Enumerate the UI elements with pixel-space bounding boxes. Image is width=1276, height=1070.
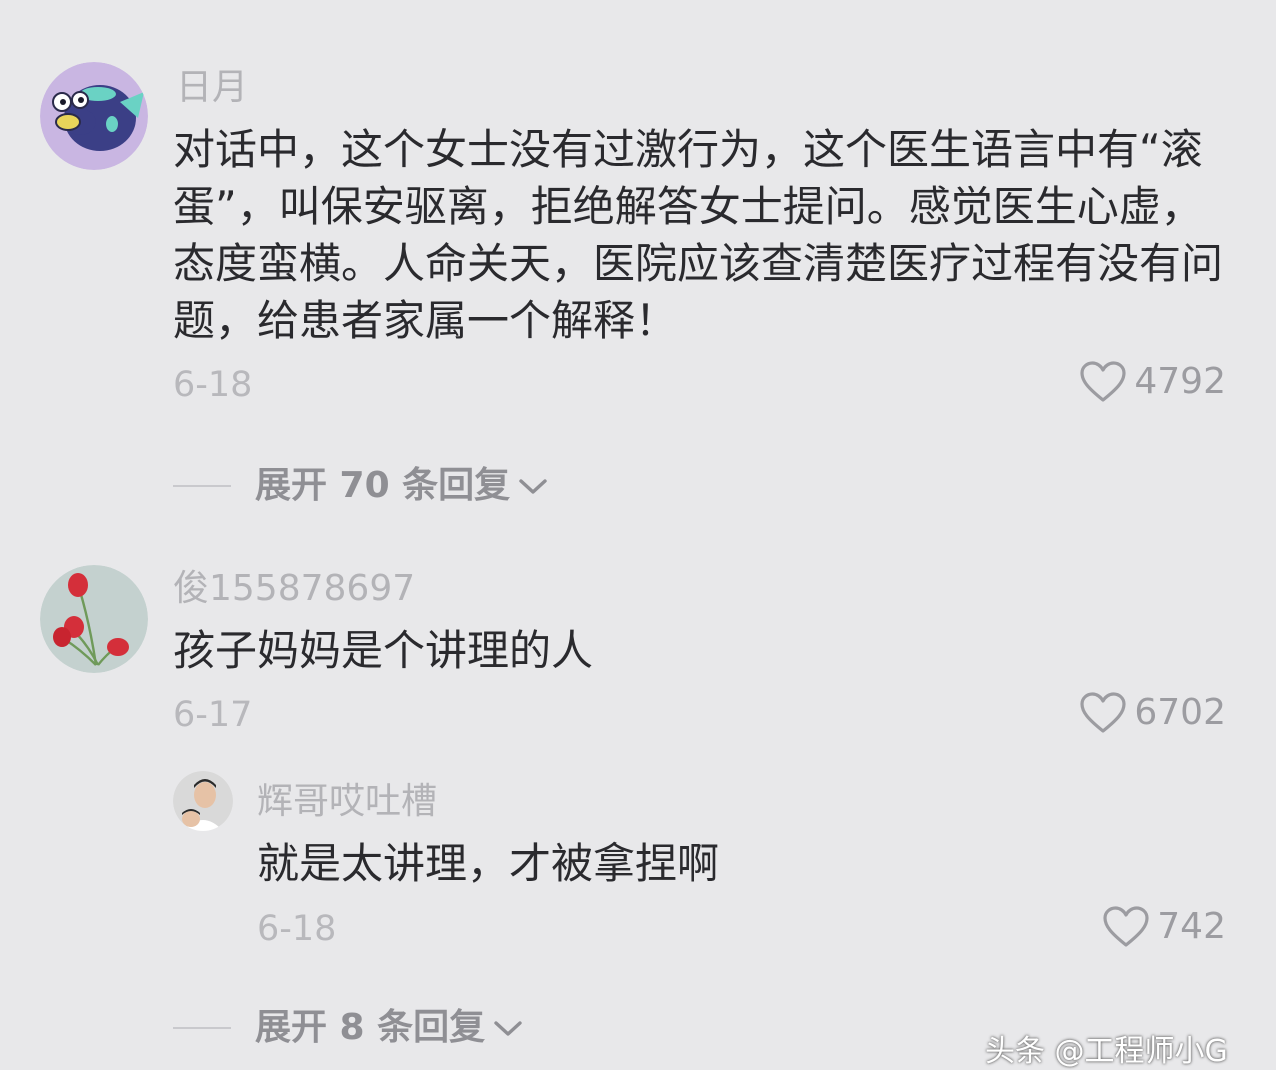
expand-replies-button[interactable]: 展开 8 条回复 xyxy=(173,1006,525,1050)
reply-username[interactable]: 辉哥哎吐槽 xyxy=(257,780,437,824)
like-button[interactable]: 742 xyxy=(1103,906,1226,948)
comment-date: 6-18 xyxy=(173,365,253,405)
red-tulips-avatar-icon xyxy=(40,565,148,673)
chevron-down-icon xyxy=(519,479,547,494)
expand-replies-button[interactable]: 展开 70 条回复 xyxy=(173,464,550,508)
like-button[interactable]: 4792 xyxy=(1080,361,1226,403)
comment-username[interactable]: 俊155878697 xyxy=(173,567,415,611)
avatar-tulips[interactable] xyxy=(40,565,148,673)
avatar-fish[interactable] xyxy=(40,62,148,170)
like-button[interactable]: 6702 xyxy=(1080,692,1226,734)
chevron-down-icon xyxy=(494,1021,522,1036)
expand-replies-label: 展开 8 条回复 xyxy=(255,1007,486,1048)
heart-outline-icon xyxy=(1080,692,1126,733)
like-count: 4792 xyxy=(1134,361,1226,402)
fish-cartoon-avatar-icon xyxy=(40,62,148,170)
divider-line xyxy=(173,485,231,487)
heart-outline-icon xyxy=(1103,906,1149,947)
heart-outline-icon xyxy=(1080,361,1126,402)
like-count: 6702 xyxy=(1134,692,1226,733)
comment-text: 孩子妈妈是个讲理的人 xyxy=(173,626,594,675)
watermark: 头条 @工程师小G xyxy=(985,1034,1228,1069)
avatar-man-photo[interactable] xyxy=(173,771,233,831)
reply-date: 6-18 xyxy=(257,909,337,949)
comment-username[interactable]: 日月 xyxy=(176,66,248,110)
like-count: 742 xyxy=(1157,906,1226,947)
comment-text: 对话中，这个女士没有过激行为，这个医生语言中有“滚蛋”，叫保安驱离，拒绝解答女士… xyxy=(173,125,1224,345)
expand-replies-label: 展开 70 条回复 xyxy=(255,465,511,506)
reply-text: 就是太讲理，才被拿捏啊 xyxy=(257,839,720,888)
man-photo-avatar-icon xyxy=(173,771,233,831)
comment-date: 6-17 xyxy=(173,695,253,735)
divider-line xyxy=(173,1027,231,1029)
